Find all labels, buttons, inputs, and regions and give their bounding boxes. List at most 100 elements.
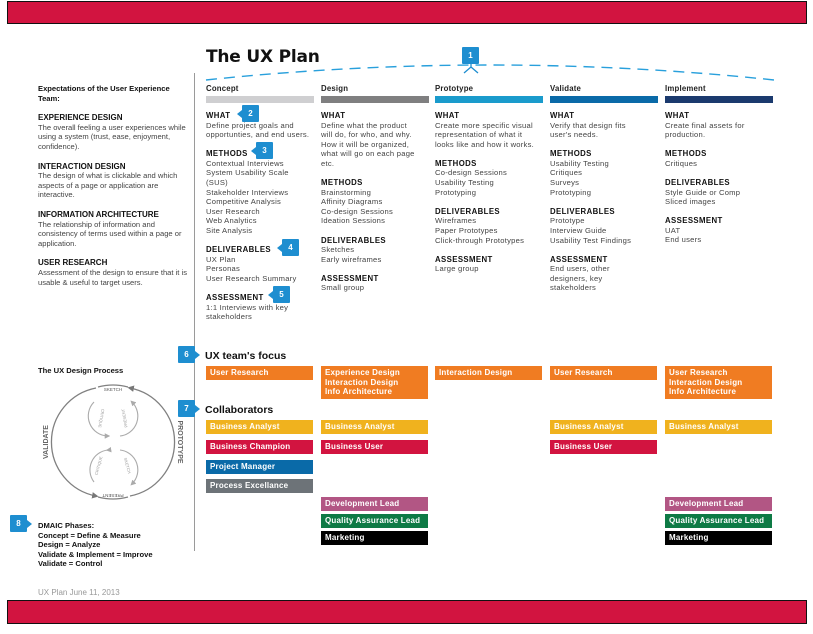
dmaic-line: DMAIC Phases: <box>38 521 95 530</box>
phase-bar <box>550 96 658 103</box>
section-assessment: ASSESSMENT End users, other designers, key… <box>550 255 662 293</box>
phase-column-prototype: WHAT Create more specific visual represent… <box>435 111 547 283</box>
section-what: WHAT Define what the product will do, for … <box>321 111 433 169</box>
section-line: Paper Prototypes <box>435 225 498 235</box>
section-line: UAT <box>665 225 681 235</box>
collaborator-chip: Quality Assurance Lead <box>321 514 428 528</box>
section-line: Co-design Sessions <box>435 168 508 178</box>
section-heading: WHAT <box>665 111 690 120</box>
section-line: etc. <box>321 158 335 168</box>
section-heading: WHAT <box>435 111 460 120</box>
focus-chip: User Research <box>206 366 313 380</box>
focus-chip: Interaction Design <box>435 366 542 380</box>
focus-chip: User Research Interaction Design Info Arch… <box>665 366 772 399</box>
section-line: Co-design Sessions <box>321 206 394 216</box>
section-assessment: ASSESSMENT Small group <box>321 274 433 293</box>
section-line: stakeholders <box>550 283 597 293</box>
section-line: Site Analysis <box>206 226 253 236</box>
section-line: opportunties, and end users. <box>206 130 310 140</box>
section-line: will do, for who, and why. <box>321 130 412 140</box>
focus-chip-line: User Research <box>554 368 613 377</box>
section-line: Critiques <box>550 168 583 178</box>
section-line: Usability Test Findings <box>550 235 632 245</box>
callout-3: 3 <box>251 142 273 159</box>
process-inner-label: CRITIQUE <box>94 455 104 475</box>
collaborator-chip: Business Analyst <box>321 420 428 434</box>
section-line: Surveys <box>550 178 580 188</box>
definition-term: EXPERIENCE DESIGN <box>38 113 123 123</box>
definition-term: INTERACTION DESIGN <box>38 161 126 171</box>
section-assessment: ASSESSMENT UAT End users <box>665 216 777 245</box>
section-line: End users, other <box>550 264 610 274</box>
focus-chip-line: Interaction Design <box>669 377 743 387</box>
section-line: Prototyping <box>435 187 477 197</box>
definitions-intro: Expectations of the User Experience Team… <box>38 84 170 103</box>
definition-item: EXPERIENCE DESIGN The overall feeling a … <box>38 113 190 151</box>
section-line: Prototype <box>550 216 585 226</box>
focus-chip-line: Interaction Design <box>325 377 399 387</box>
section-heading: WHAT <box>550 111 575 120</box>
section-line: UX Plan <box>206 254 236 264</box>
focus-chip-line: Experience Design <box>325 368 400 377</box>
section-line: Wireframes <box>435 216 477 226</box>
focus-chip: User Research <box>550 366 657 380</box>
section-heading: DELIVERABLES <box>321 235 387 245</box>
collaborator-chip: Development Lead <box>665 497 772 511</box>
focus-chip-line: User Research <box>210 368 269 377</box>
definition-term: INFORMATION ARCHITECTURE <box>38 209 159 219</box>
section-methods: METHODS Contextual Interviews System Usabi… <box>206 149 318 235</box>
definition-item: INTERACTION DESIGN The design of what is… <box>38 162 190 200</box>
section-heading: ASSESSMENT <box>550 254 608 264</box>
callout-8: 8 <box>10 515 32 532</box>
process-label-bottom: PRESENT <box>102 493 124 498</box>
process-inner-label: SKETCH <box>123 457 132 474</box>
process-outer-ring-right <box>127 385 176 497</box>
callout-1: 1 <box>462 47 479 64</box>
section-line: Create final assets for <box>665 120 745 130</box>
phase-bar <box>321 96 429 103</box>
callout-number: 5 <box>279 290 284 299</box>
collaborator-chip: Business Analyst <box>550 420 657 434</box>
section-heading: WHAT <box>206 111 231 120</box>
phase-header-validate: Validate <box>550 84 658 103</box>
process-title: The UX Design Process <box>38 366 124 375</box>
section-line: Define project goals and <box>206 120 294 130</box>
process-outer-ring-left <box>50 387 99 499</box>
section-line: designers, key <box>550 273 603 283</box>
phase-bar <box>435 96 543 103</box>
dmaic-notes: DMAIC Phases: Concept = Define & Measure… <box>38 521 153 569</box>
top-banner <box>7 1 807 24</box>
section-assessment: ASSESSMENT Large group <box>435 255 547 274</box>
callout-number: 1 <box>468 51 473 60</box>
section-heading: METHODS <box>665 149 707 159</box>
definition-desc: The design of what is clickable and whic… <box>38 171 178 200</box>
process-inner-label: PRESENT <box>120 408 128 428</box>
process-label-top: SKETCH <box>104 387 122 392</box>
section-line: Web Analytics <box>206 216 257 226</box>
dmaic-line: Concept = Define & Measure <box>38 530 141 540</box>
section-what: WHAT Define project goals and opportunties… <box>206 111 318 140</box>
section-line: Sliced images <box>665 197 716 207</box>
section-line: Verify that design fits <box>550 120 626 130</box>
focus-chip-line: Interaction Design <box>439 368 513 377</box>
phase-label: Prototype <box>435 84 474 93</box>
collaborator-chip: Quality Assurance Lead <box>665 514 772 528</box>
section-heading: ASSESSMENT <box>665 216 723 226</box>
definition-item: INFORMATION ARCHITECTURE The relationshi… <box>38 210 190 248</box>
section-assessment: ASSESSMENT 1:1 Interviews with key stakeho… <box>206 293 318 322</box>
section-line: Brainstorming <box>321 187 372 197</box>
phase-header-design: Design <box>321 84 429 103</box>
section-deliverables: DELIVERABLES Wireframes Paper Prototypes Cl… <box>435 207 547 245</box>
focus-chip-line: Info Architecture <box>325 387 393 397</box>
section-methods: METHODS Usability Testing Critiques Surveys… <box>550 149 662 197</box>
column-divider <box>194 73 195 551</box>
callout-6: 6 <box>178 346 200 363</box>
collaborators-title: Collaborators <box>205 404 274 416</box>
section-heading: METHODS <box>550 149 592 159</box>
ux-process-diagram: SKETCH PRESENT VALIDATE PROTOTYPE CRITIQ… <box>43 384 183 500</box>
phase-bar <box>206 96 314 103</box>
callout-number: 4 <box>288 243 293 252</box>
section-line: Large group <box>435 264 479 274</box>
section-line: Small group <box>321 283 365 293</box>
phase-column-design: WHAT Define what the product will do, for … <box>321 111 433 303</box>
